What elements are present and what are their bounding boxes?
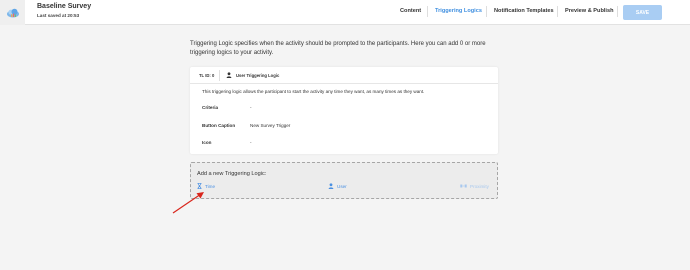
add-triggering-logic-title: Add a new Triggering Logic: [197,171,267,177]
user-icon [328,183,334,189]
nav-triggering-logics[interactable]: Triggering Logics [435,8,482,14]
cloud-logo-icon [6,8,19,17]
intro-text: Triggering Logic specifies when the acti… [190,41,486,56]
tl-type-label: User Triggering Logic [236,72,280,78]
add-proximity-label: Proximity [470,183,489,189]
criteria-label: Criteria [202,105,219,110]
tl-id-label: TL ID: 0 [199,73,215,78]
criteria-value: - [250,105,252,110]
tl-type: User Triggering Logic [226,72,279,78]
nav-divider [557,6,558,17]
save-button[interactable]: SAVE [623,5,662,20]
nav-content[interactable]: Content [400,8,421,14]
button-caption-label: Button Caption [202,123,236,128]
user-icon [226,72,232,78]
proximity-icon [460,184,467,188]
add-triggering-logic-box: Add a new Triggering Logic: Time User Pr… [190,162,498,199]
add-proximity-option: Proximity [460,183,489,189]
triggering-logic-card[interactable]: TL ID: 0 User Triggering Logic This trig… [190,67,498,154]
add-user-label: User [337,183,347,189]
header-divider [219,70,220,81]
last-saved-status: Last saved at 20:53 [37,13,80,18]
nav-divider [427,6,428,17]
annotation-arrow-icon [172,192,204,214]
icon-label: Icon [202,140,212,145]
nav-notification-templates[interactable]: Notification Templates [494,8,554,14]
nav-preview-publish[interactable]: Preview & Publish [565,8,614,14]
app-logo[interactable] [0,0,25,25]
nav-divider [486,6,487,17]
add-user-option[interactable]: User [328,183,347,189]
top-bar: Baseline Survey Last saved at 20:53 Cont… [0,0,690,25]
tl-description: This triggering logic allows the partici… [202,89,425,94]
survey-title: Baseline Survey [37,3,92,10]
button-caption-value: New Survey Trigger [250,123,291,128]
nav-divider [617,6,618,17]
icon-value: - [250,140,252,145]
card-header: TL ID: 0 User Triggering Logic [190,67,498,84]
